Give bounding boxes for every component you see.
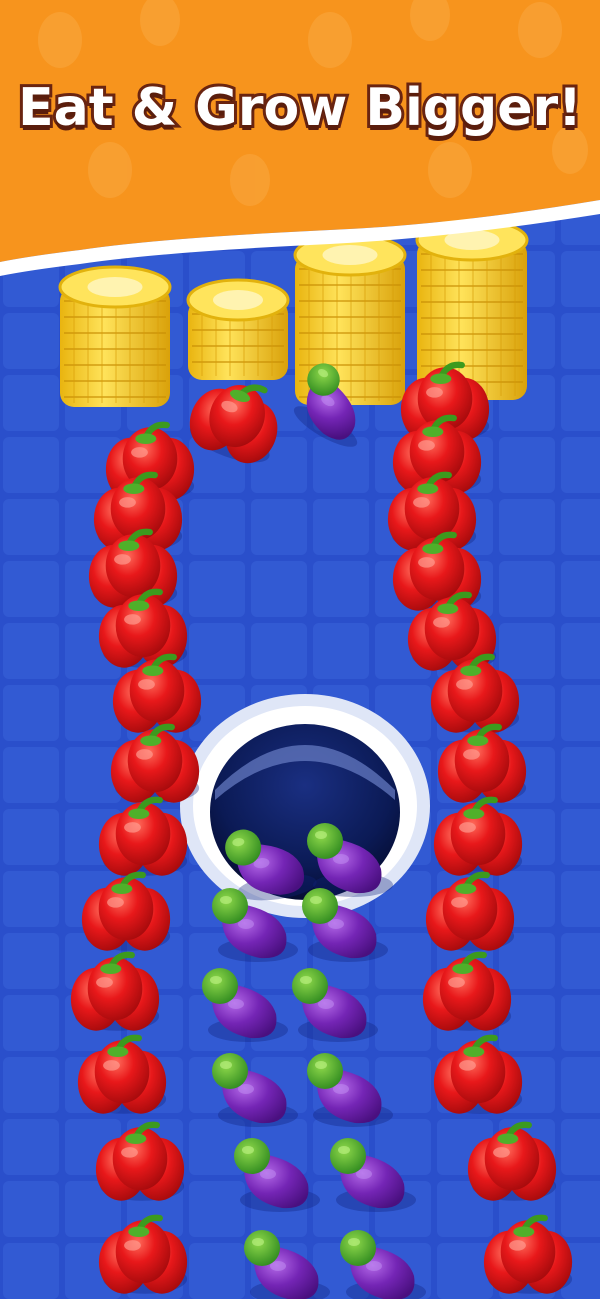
promo-banner <box>0 0 600 276</box>
game-screen[interactable]: Eat & Grow Bigger! <box>0 0 600 1299</box>
corn-icon <box>186 278 290 380</box>
headline-text: Eat & Grow Bigger! <box>15 75 585 141</box>
